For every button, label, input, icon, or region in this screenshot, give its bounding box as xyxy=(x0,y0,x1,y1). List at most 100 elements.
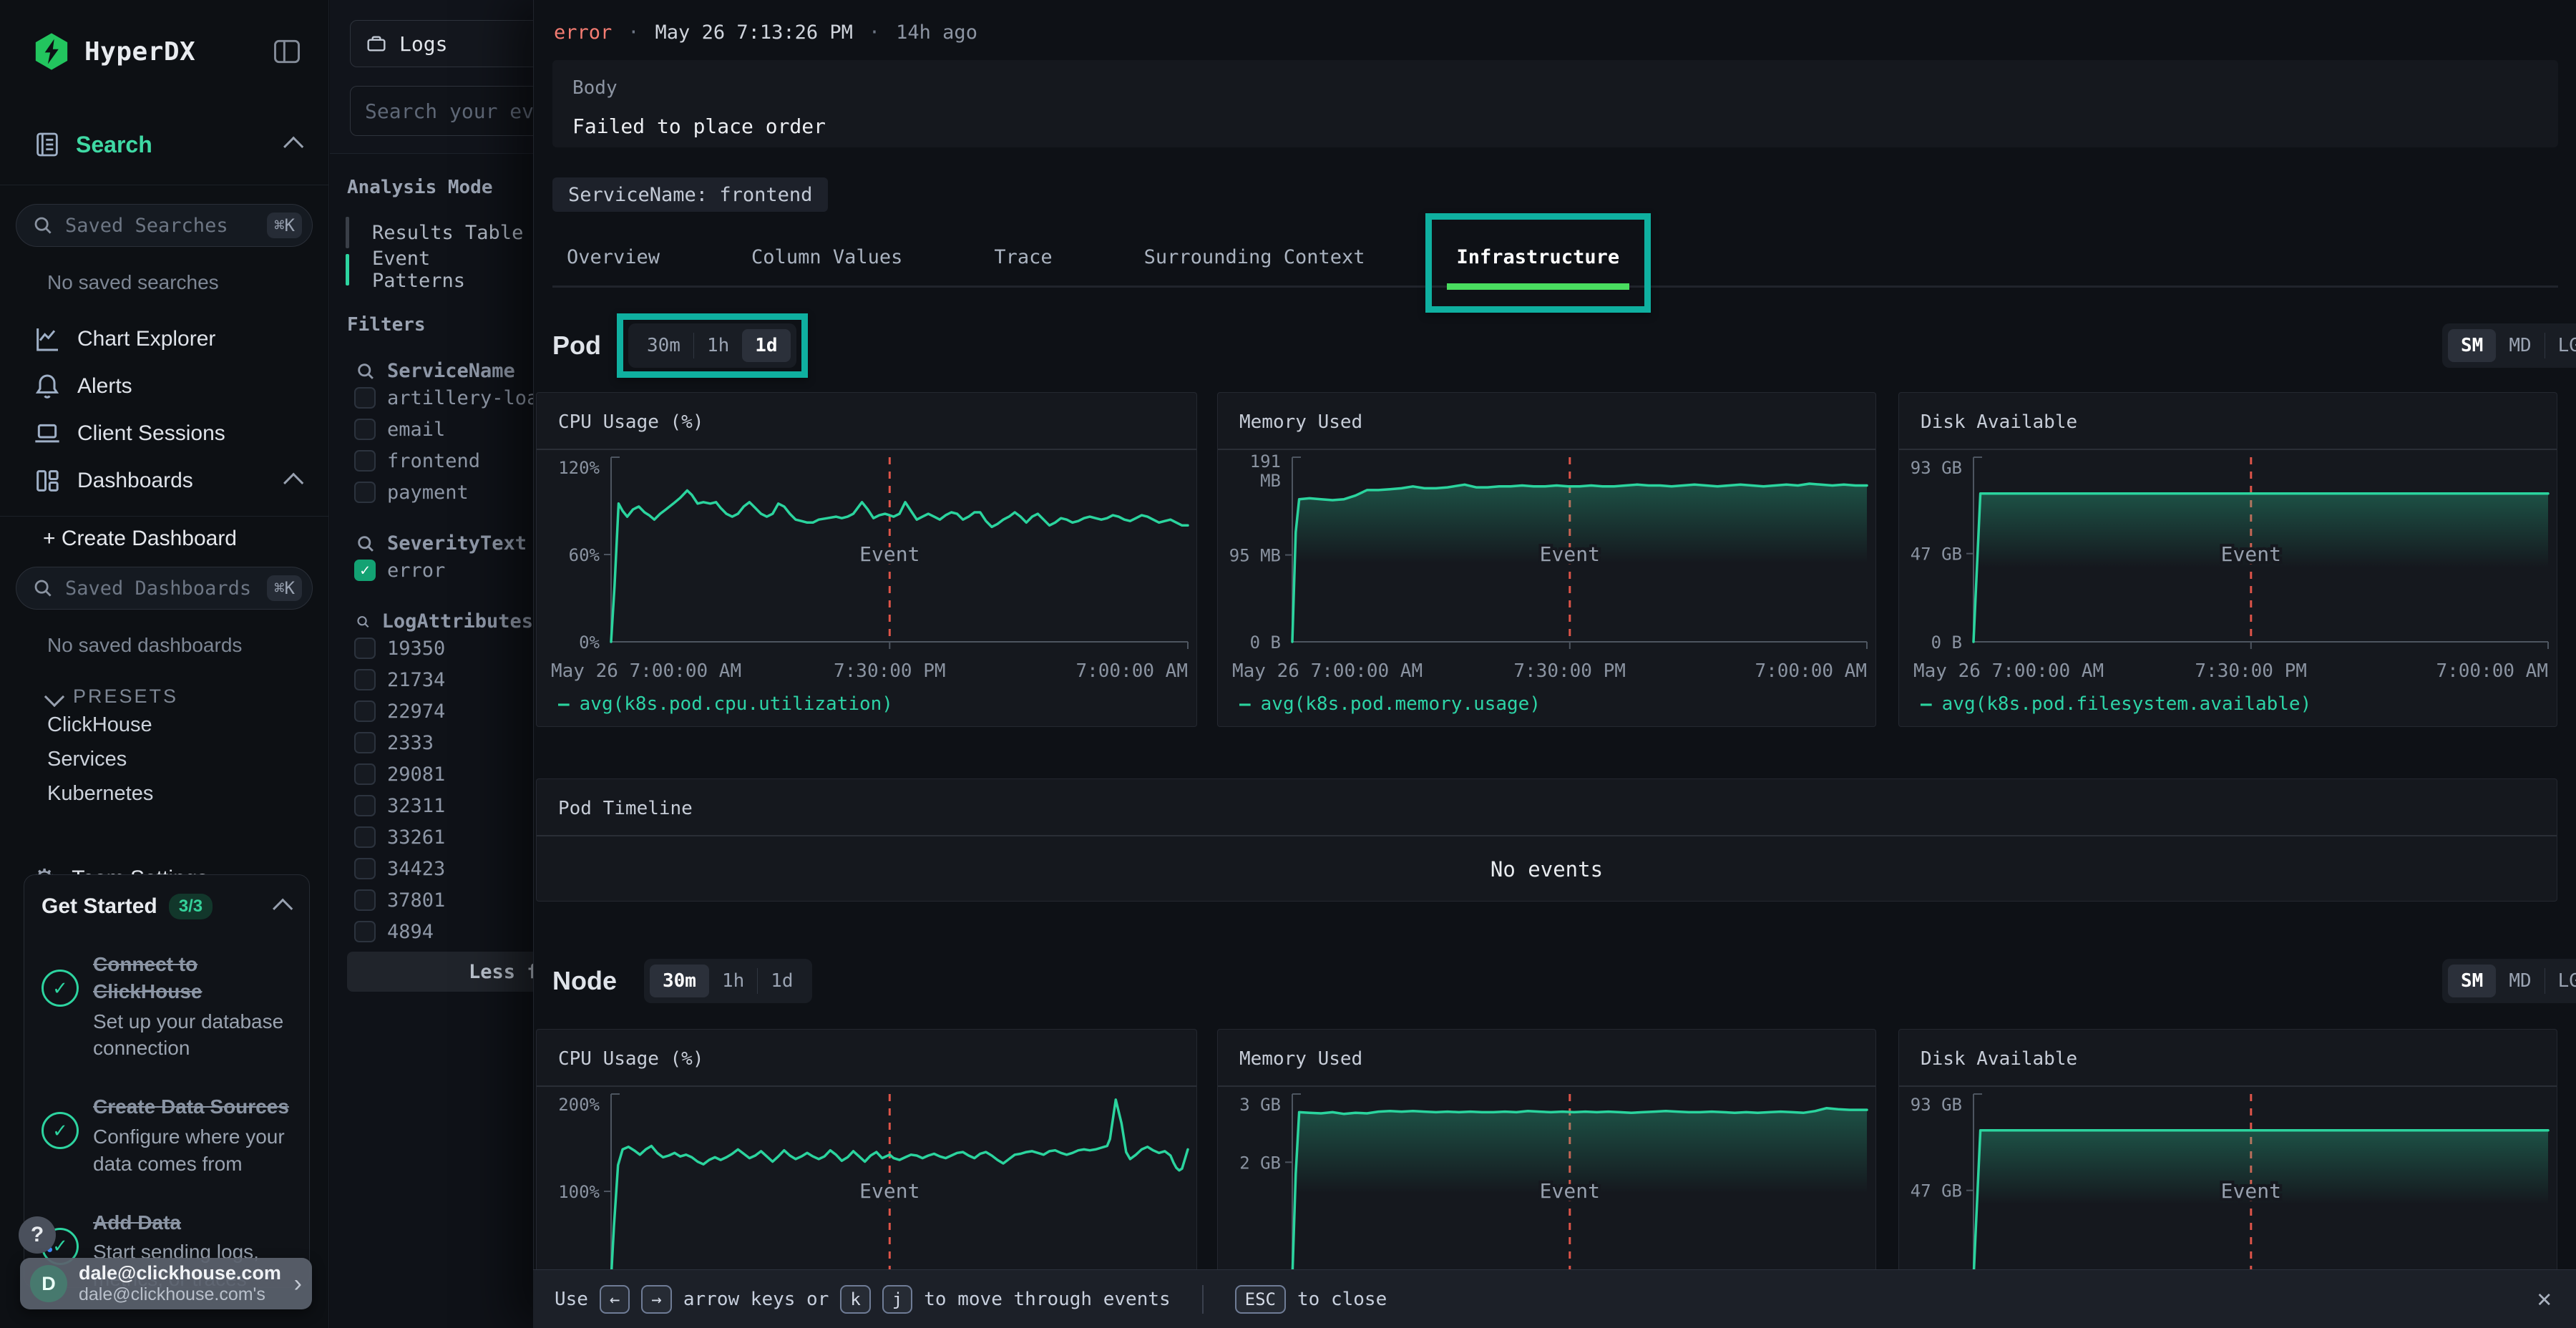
bell-icon xyxy=(33,372,62,401)
filter-option[interactable]: 4894 xyxy=(330,916,533,947)
checkbox[interactable] xyxy=(354,795,376,816)
checkbox[interactable] xyxy=(354,669,376,690)
checkbox[interactable] xyxy=(354,419,376,440)
filter-group-severitytext[interactable]: SeverityText xyxy=(330,532,533,555)
servicename-tag[interactable]: ServiceName: frontend xyxy=(552,177,828,212)
tab-infrastructure[interactable]: Infrastructure xyxy=(1443,236,1634,285)
pod-disk-chart[interactable]: 93 GB47 GB0 BEvent xyxy=(1899,450,2557,659)
sidebar-item-dashboards[interactable]: Dashboards xyxy=(0,457,328,504)
filter-option[interactable]: 29081 xyxy=(330,758,533,790)
node-memory-chart[interactable]: 3 GB2 GB0 BEvent xyxy=(1218,1087,1875,1296)
checkbox[interactable] xyxy=(354,858,376,879)
analysis-mode-label: Analysis Mode xyxy=(330,177,533,198)
pod-size-lg[interactable]: LG xyxy=(2545,329,2576,362)
preset-kubernetes[interactable]: Kubernetes xyxy=(0,776,328,811)
node-size-sm[interactable]: SM xyxy=(2448,965,2496,997)
sidebar-item-chart-explorer[interactable]: Chart Explorer xyxy=(0,316,328,363)
user-account-chip[interactable]: D dale@clickhouse.com dale@clickhouse.co… xyxy=(20,1258,312,1309)
chevron-up-icon xyxy=(283,473,303,493)
help-button[interactable]: ? xyxy=(19,1216,56,1254)
check-circle-icon: ✓ xyxy=(42,1112,79,1149)
checklist-item[interactable]: ✓ Connect to ClickHouse Set up your data… xyxy=(42,951,292,1062)
node-range-1d[interactable]: 1d xyxy=(758,965,806,997)
chevron-up-icon[interactable] xyxy=(273,899,293,919)
filter-option[interactable]: 21734 xyxy=(330,664,533,695)
pod-cpu-chart[interactable]: 120%60%0%Event xyxy=(537,450,1196,659)
presets-toggle[interactable]: PRESETS xyxy=(0,685,328,708)
node-range-30m[interactable]: 30m xyxy=(650,965,709,997)
pod-range-1h[interactable]: 1h xyxy=(694,329,742,362)
filter-option[interactable]: payment xyxy=(330,477,533,508)
tab-overview[interactable]: Overview xyxy=(552,236,674,285)
filter-option[interactable]: 33261 xyxy=(330,821,533,853)
filter-option[interactable]: 32311 xyxy=(330,790,533,821)
filter-option[interactable]: 37801 xyxy=(330,884,533,916)
filter-option[interactable]: ✓error xyxy=(330,555,533,586)
filter-option[interactable]: email xyxy=(330,414,533,445)
node-size-md[interactable]: MD xyxy=(2496,965,2544,997)
sidebar-item-client-sessions[interactable]: Client Sessions xyxy=(0,410,328,457)
checkbox[interactable] xyxy=(354,387,376,409)
node-cpu-chart[interactable]: 200%100%0%Event xyxy=(537,1087,1196,1296)
tab-trace[interactable]: Trace xyxy=(980,236,1066,285)
keyboard-hint-bar: Use ← → arrow keys or k j to move throug… xyxy=(533,1269,2576,1328)
chart-card-pod-memory: Memory Used 191MB95 MB0 BEvent May 26 7:… xyxy=(1217,392,1876,727)
body-label: Body xyxy=(572,77,2538,99)
pod-range-1d[interactable]: 1d xyxy=(742,329,790,362)
checkbox[interactable] xyxy=(354,450,376,472)
preset-clickhouse[interactable]: ClickHouse xyxy=(0,708,328,742)
filter-option[interactable]: artillery-loa xyxy=(330,382,533,414)
legend-swatch: — xyxy=(1921,693,1932,715)
filter-group-servicename[interactable]: ServiceName xyxy=(330,360,533,382)
saved-searches-input[interactable]: Saved Searches ⌘K xyxy=(16,204,313,247)
preset-services[interactable]: Services xyxy=(0,742,328,776)
saved-dashboards-input[interactable]: Saved Dashboards ⌘K xyxy=(16,567,313,610)
pod-timeline-title: Pod Timeline xyxy=(537,779,2557,836)
esc-key[interactable]: ESC xyxy=(1235,1285,1286,1314)
mode-event-patterns[interactable]: Event Patterns xyxy=(346,251,533,288)
node-disk-chart[interactable]: 93 GB47 GB0 BEvent xyxy=(1899,1087,2557,1296)
checkbox[interactable] xyxy=(354,700,376,722)
checkbox[interactable] xyxy=(354,763,376,785)
filter-option[interactable]: 34423 xyxy=(330,853,533,884)
tab-surrounding-context[interactable]: Surrounding Context xyxy=(1130,236,1380,285)
filter-option[interactable]: 2333 xyxy=(330,727,533,758)
node-range-1h[interactable]: 1h xyxy=(709,965,757,997)
j-key[interactable]: j xyxy=(882,1285,912,1314)
sidebar: HyperDX Search Saved Searches ⌘K No save… xyxy=(0,0,329,1328)
node-size-lg[interactable]: LG xyxy=(2545,965,2576,997)
filter-option[interactable]: 19350 xyxy=(330,633,533,664)
filter-option[interactable]: 22974 xyxy=(330,695,533,727)
pod-memory-chart[interactable]: 191MB95 MB0 BEvent xyxy=(1218,450,1875,659)
filter-option[interactable]: frontend xyxy=(330,445,533,477)
get-started-progress-badge: 3/3 xyxy=(169,894,213,919)
pod-range-30m[interactable]: 30m xyxy=(634,329,693,362)
checkbox[interactable] xyxy=(354,826,376,848)
mode-results-table[interactable]: Results Table xyxy=(346,214,533,251)
checkbox[interactable] xyxy=(354,638,376,659)
checklist-item[interactable]: ✓ Create Data Sources Configure where yo… xyxy=(42,1093,292,1177)
checkbox[interactable] xyxy=(354,482,376,503)
close-icon[interactable]: ✕ xyxy=(2537,1284,2552,1313)
pod-size-md[interactable]: MD xyxy=(2496,329,2544,362)
sidebar-item-label: Search xyxy=(76,132,152,158)
legend-label: avg(k8s.pod.memory.usage) xyxy=(1261,693,1541,715)
hyperdx-logo-icon xyxy=(31,31,72,72)
tab-column-values[interactable]: Column Values xyxy=(737,236,917,285)
sidebar-item-search[interactable]: Search xyxy=(0,123,328,166)
checkbox-checked[interactable]: ✓ xyxy=(354,560,376,581)
k-key[interactable]: k xyxy=(840,1285,870,1314)
filter-group-logattributes[interactable]: LogAttributes xyxy=(330,610,533,633)
arrow-right-key[interactable]: → xyxy=(641,1285,671,1314)
checkbox[interactable] xyxy=(354,921,376,942)
collapse-sidebar-icon[interactable] xyxy=(271,36,303,67)
create-dashboard-button[interactable]: + Create Dashboard xyxy=(0,517,328,561)
pod-size-sm[interactable]: SM xyxy=(2448,329,2496,362)
checkbox[interactable] xyxy=(354,889,376,911)
arrow-left-key[interactable]: ← xyxy=(600,1285,630,1314)
dashboard-grid-icon xyxy=(33,467,62,495)
get-started-panel: Get Started 3/3 ✓ Connect to ClickHouse … xyxy=(24,874,310,1288)
event-age: 14h ago xyxy=(896,21,977,44)
sidebar-item-alerts[interactable]: Alerts xyxy=(0,363,328,410)
checkbox[interactable] xyxy=(354,732,376,753)
